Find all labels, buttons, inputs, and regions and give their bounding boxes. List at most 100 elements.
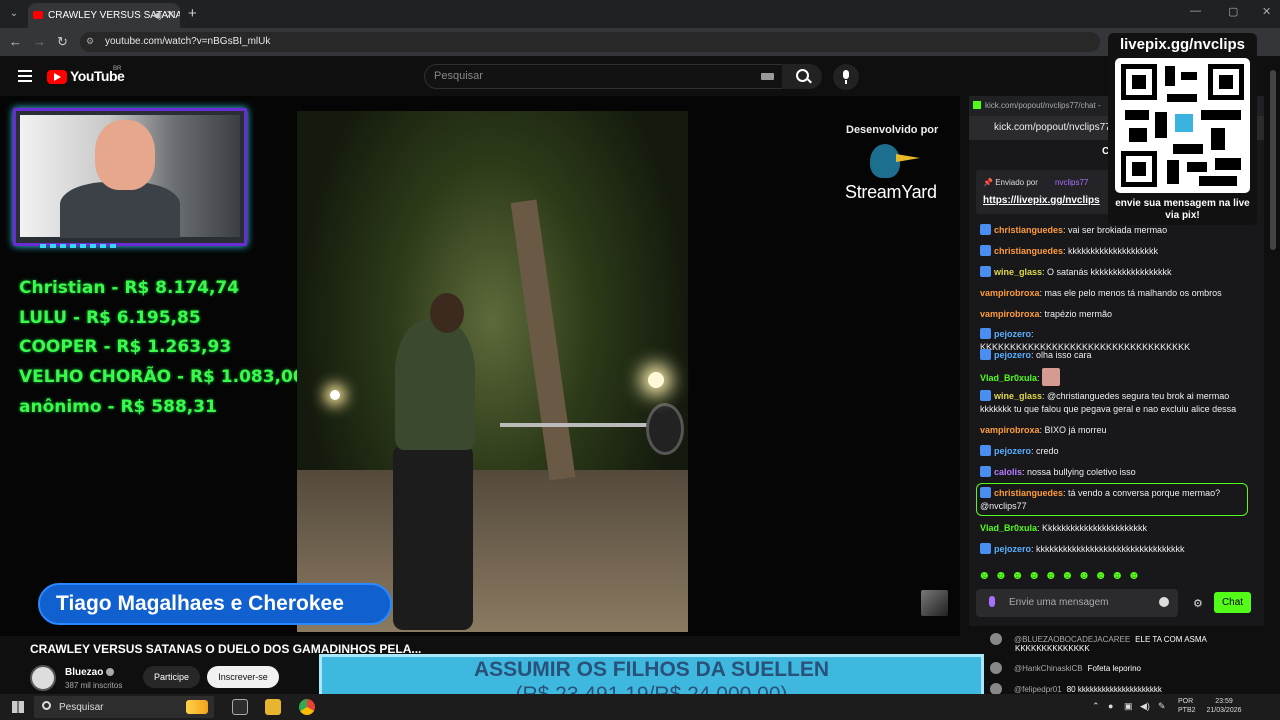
chat-text: : BIXO já morreu [1039, 425, 1107, 435]
browser-tab[interactable]: CRAWLEY VERSUS SATANAS ◀) ✕ [28, 3, 180, 28]
badge-icon [980, 224, 991, 235]
yt-chat-username[interactable]: @BLUEZAOBOCADEJACAREE [1014, 635, 1130, 644]
minimize-window-icon[interactable]: — [1190, 5, 1201, 17]
yt-chat-username[interactable]: @felipedpr01 [1014, 685, 1062, 694]
popout-url-text[interactable]: kick.com/popout/nvclips77/ [994, 122, 1114, 133]
chat-username[interactable]: pejozero [994, 329, 1031, 339]
qr-module [1125, 110, 1149, 120]
subscriber-count: 387 mil inscritos [65, 681, 123, 690]
pinned-user[interactable]: nvclips77 [1055, 178, 1088, 187]
join-button[interactable]: Participe [143, 666, 200, 688]
donor-line: anônimo - R$ 588,31 [19, 397, 217, 417]
pinned-link[interactable]: https://livepix.gg/nvclips [983, 195, 1100, 206]
badge-icon [980, 245, 991, 256]
chat-username[interactable]: pejozero [994, 350, 1031, 360]
hamburger-menu-icon[interactable] [18, 70, 32, 82]
youtube-favicon-icon [33, 11, 43, 19]
youtube-logo-icon[interactable] [47, 70, 67, 84]
maximize-window-icon[interactable]: ▢ [1228, 5, 1238, 18]
yt-chat-text: 80 kkkkkkkkkkkkkkkkkkkkk [1066, 685, 1162, 694]
qr-module [1211, 128, 1225, 150]
chat-username[interactable]: christianguedes [994, 488, 1063, 498]
emote-picker-row[interactable]: ☻☻☻☻☻☻☻☻☻☻ [978, 568, 1144, 582]
pinned-sender-label: 📌 Enviado por [983, 178, 1038, 187]
qr-module [1173, 144, 1203, 154]
chat-username[interactable]: Vlad_Br0xula [980, 523, 1037, 533]
tray-chevron-icon[interactable]: ⌃ [1092, 701, 1100, 712]
language-indicator[interactable]: POR PTB2 [1178, 697, 1196, 715]
taskbar-clock[interactable]: 23:59 21/03/2026 [1203, 697, 1245, 715]
clock-date: 21/03/2026 [1206, 707, 1242, 714]
new-tab-button[interactable]: + [188, 5, 197, 22]
task-view-icon[interactable] [232, 699, 248, 715]
reload-icon[interactable]: ↻ [57, 34, 68, 50]
emoji-icon[interactable] [1159, 597, 1169, 607]
gear-icon[interactable]: ⚙ [1193, 597, 1203, 610]
network-icon[interactable]: ✎ [1158, 701, 1166, 712]
chat-username[interactable]: Vlad_Br0xula [980, 373, 1037, 383]
tab-search-dropdown[interactable]: ⌄ [6, 6, 22, 22]
back-icon[interactable]: ← [9, 34, 22, 49]
search-placeholder: Pesquisar [434, 70, 483, 82]
chat-text: : mas ele pelo menos tá malhando os ombr… [1039, 288, 1222, 298]
chat-text: : kkkkkkkkkkkkkkkkkkkkkkkkkkkkkkkkk [1031, 544, 1185, 554]
chat-username[interactable]: vampirobroxa [980, 288, 1040, 298]
chat-text: : O satanás kkkkkkkkkkkkkkkkkk [1042, 267, 1172, 277]
close-tab-icon[interactable]: ✕ [166, 3, 175, 28]
qr-module [1129, 128, 1147, 142]
chat-username[interactable]: wine_glass [994, 267, 1042, 277]
tray-app-icon[interactable]: ▣ [1124, 701, 1133, 712]
chat-username[interactable]: calolis [994, 467, 1022, 477]
tray-mic-icon[interactable]: ● [1108, 701, 1113, 711]
chat-text: : trapézio mermão [1039, 309, 1113, 319]
donor-line: COOPER - R$ 1.263,93 [19, 337, 232, 357]
channel-avatar[interactable] [30, 665, 56, 691]
qr-code-image [1115, 58, 1250, 193]
pinned-by-text: Enviado por [995, 178, 1038, 187]
chat-username[interactable]: christianguedes [994, 246, 1063, 256]
close-window-icon[interactable]: ✕ [1262, 5, 1271, 18]
chrome-icon[interactable] [299, 699, 315, 715]
donor-line: Christian - R$ 8.174,74 [19, 278, 240, 298]
qr-module [1215, 158, 1241, 170]
yt-chat-text: ELE TA COM ASMA [1135, 635, 1207, 644]
chat-message: wine_glass: @christianguedes segura teu … [980, 390, 1246, 416]
site-info-icon[interactable]: ⚙ [86, 36, 94, 47]
keyboard-icon[interactable] [761, 73, 774, 80]
chat-username[interactable]: wine_glass [994, 391, 1042, 401]
url-text[interactable]: youtube.com/watch?v=nBGsBI_mlUk [105, 36, 270, 47]
chat-username[interactable]: pejozero [994, 446, 1031, 456]
chat-username[interactable]: christianguedes [994, 225, 1063, 235]
channel-name[interactable]: Bluezao [65, 667, 103, 678]
search-highlight-icon[interactable] [186, 700, 208, 714]
speaker-icon[interactable]: ◀) [152, 3, 162, 28]
video-person-legs [393, 445, 473, 630]
qr-module [1187, 162, 1207, 172]
verified-icon [106, 668, 114, 676]
chat-username[interactable]: vampirobroxa [980, 425, 1040, 435]
page-scrollbar[interactable] [1270, 70, 1276, 250]
chat-username[interactable]: pejozero [994, 544, 1031, 554]
search-button[interactable] [782, 64, 822, 89]
chat-message: calolis: nossa bullying coletivo isso [980, 466, 1246, 479]
chat-message: christianguedes: kkkkkkkkkkkkkkkkkkkk [980, 245, 1246, 258]
chat-username[interactable]: vampirobroxa [980, 309, 1040, 319]
avatar [990, 633, 1002, 645]
webcam-person-body [60, 182, 180, 238]
chat-message: Vlad_Br0xula: [980, 368, 1246, 386]
goal-title: ASSUMIR OS FILHOS DA SUELLEN [473, 658, 830, 681]
file-explorer-icon[interactable] [265, 699, 281, 715]
video-person-body [395, 320, 475, 450]
voice-search-button[interactable] [833, 64, 859, 90]
volume-icon[interactable]: ◀) [1140, 701, 1150, 712]
microphone-icon[interactable] [989, 596, 995, 607]
windows-start-icon[interactable] [12, 701, 24, 713]
yt-chat-username[interactable]: @HankChinaskiCB [1014, 664, 1083, 673]
forward-icon[interactable]: → [33, 34, 46, 49]
qr-module [1155, 112, 1167, 138]
subscribe-button[interactable]: Inscrever-se [207, 666, 279, 688]
chat-send-button[interactable]: Chat [1214, 592, 1251, 613]
chat-message-list[interactable]: christianguedes: vai ser brokiada mermao… [976, 224, 1250, 560]
video-person-head [430, 293, 464, 333]
streamyard-logo-text: StreamYard [845, 182, 937, 202]
